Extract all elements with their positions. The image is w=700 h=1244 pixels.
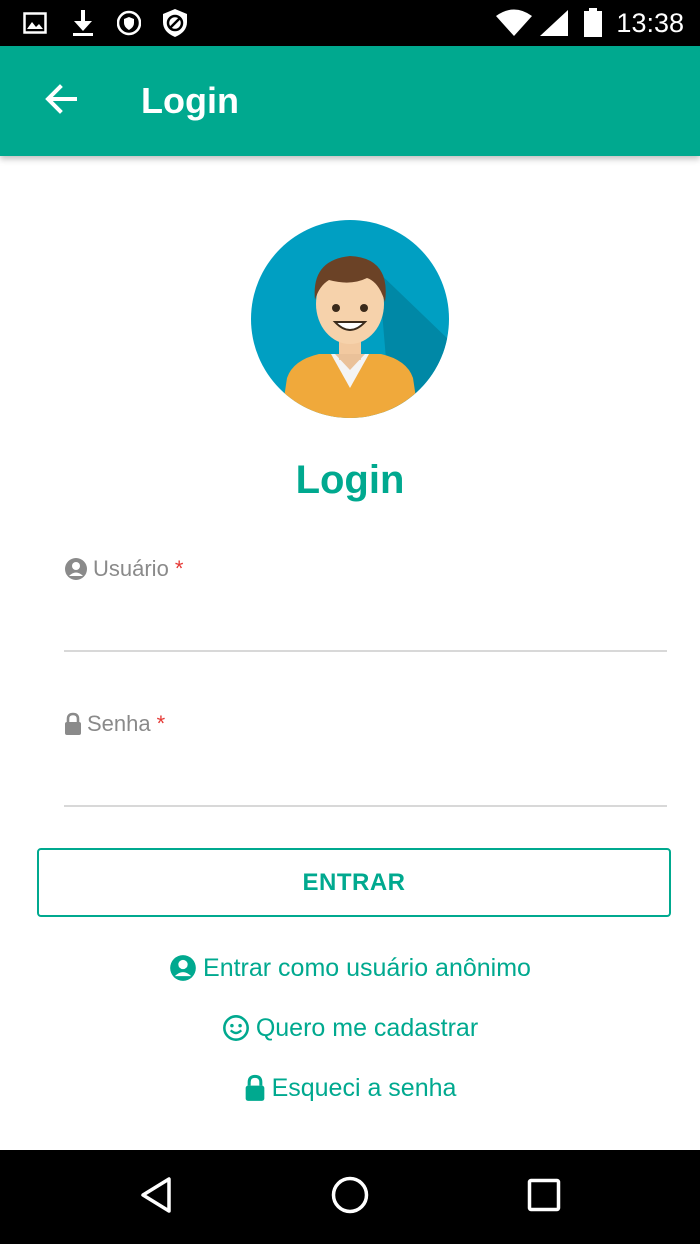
lock-icon xyxy=(64,712,82,736)
required-mark: * xyxy=(174,556,184,581)
login-form: Login Usuário * Senha * ENTRAR Entrar co… xyxy=(0,156,700,1150)
arrow-back-icon xyxy=(44,82,78,121)
forgot-password-link[interactable]: Esqueci a senha xyxy=(0,1071,700,1105)
anonymous-login-label: Entrar como usuário anônimo xyxy=(203,954,531,982)
app-bar: Login xyxy=(0,46,700,156)
nav-back-button[interactable] xyxy=(131,1172,181,1222)
app-bar-title: Login xyxy=(141,80,239,121)
download-icon xyxy=(70,8,96,38)
recents-square-icon xyxy=(527,1178,561,1217)
password-label-text: Senha xyxy=(87,711,151,736)
account-circle-icon xyxy=(64,557,88,581)
back-button[interactable] xyxy=(30,70,92,132)
account-circle-icon xyxy=(169,954,197,982)
lock-icon xyxy=(244,1074,266,1102)
required-mark: * xyxy=(156,711,166,736)
user-avatar xyxy=(251,220,449,418)
home-circle-icon xyxy=(330,1175,370,1220)
block-icon xyxy=(160,8,190,38)
register-label: Quero me cadastrar xyxy=(255,1014,479,1042)
password-underline xyxy=(64,805,667,807)
nav-recents-button[interactable] xyxy=(519,1172,569,1222)
wifi-icon xyxy=(494,8,534,38)
register-link[interactable]: Quero me cadastrar xyxy=(0,1011,700,1045)
battery-icon xyxy=(582,8,604,38)
back-triangle-icon xyxy=(139,1176,173,1219)
anonymous-login-link[interactable]: Entrar como usuário anônimo xyxy=(0,951,700,985)
username-label-text: Usuário xyxy=(93,556,169,581)
shield-icon xyxy=(116,8,142,38)
signal-icon xyxy=(538,8,570,38)
image-icon xyxy=(22,8,48,38)
status-bar: 13:38 xyxy=(0,0,700,46)
password-label: Senha * xyxy=(64,709,165,739)
password-field: Senha * xyxy=(64,709,671,819)
username-underline xyxy=(64,650,667,652)
username-input[interactable] xyxy=(64,598,671,650)
username-field: Usuário * xyxy=(64,554,671,664)
username-label: Usuário * xyxy=(64,554,183,584)
page-title: Login xyxy=(295,458,405,502)
forgot-password-label: Esqueci a senha xyxy=(271,1074,457,1102)
clock: 13:38 xyxy=(616,8,684,38)
smile-icon xyxy=(222,1014,250,1042)
nav-home-button[interactable] xyxy=(325,1172,375,1222)
login-button[interactable]: ENTRAR xyxy=(37,848,671,917)
system-nav-bar xyxy=(0,1150,700,1244)
password-input[interactable] xyxy=(64,753,671,805)
